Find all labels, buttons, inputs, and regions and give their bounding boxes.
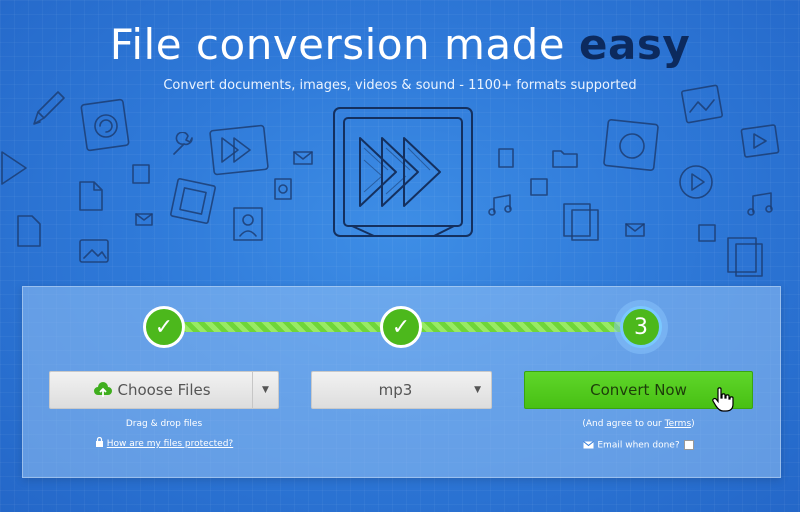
file-icon (528, 176, 550, 198)
mail-icon (583, 440, 595, 452)
file-icon (170, 176, 218, 228)
terms-link[interactable]: Terms (665, 419, 692, 429)
choose-files-label: Choose Files (117, 381, 211, 399)
step-3-indicator: 3 (620, 306, 662, 348)
files-protected-link[interactable]: How are my files protected? (107, 439, 233, 449)
play-forward-icon (0, 148, 30, 188)
file-icon (14, 212, 44, 250)
caret-down-icon: ▼ (474, 385, 481, 395)
file-icon (696, 222, 718, 244)
file-icon (80, 98, 132, 154)
email-when-done-label: Email when done? (597, 440, 680, 451)
play-forward-icon (330, 104, 476, 240)
hero-title-emphasis: easy (579, 20, 691, 69)
drag-drop-caption: Drag & drop files (125, 419, 203, 429)
cloud-upload-icon (93, 382, 113, 398)
music-note-icon (486, 192, 516, 218)
step-1-indicator: ✓ (143, 306, 185, 348)
choose-files-dropdown[interactable]: ▼ (252, 372, 278, 408)
step-number: 3 (634, 314, 648, 340)
format-select[interactable]: mp3 ▼ (311, 371, 492, 409)
format-selected-value: mp3 (378, 381, 413, 399)
clipboard-icon (724, 232, 768, 280)
email-row: Email when done? (524, 440, 753, 452)
wrench-icon (170, 132, 196, 158)
convert-now-label: Convert Now (590, 381, 687, 399)
file-icon (230, 204, 266, 244)
caret-down-icon: ▼ (262, 385, 269, 395)
play-forward-icon (676, 162, 716, 202)
file-icon (130, 162, 152, 186)
step-2-indicator: ✓ (380, 306, 422, 348)
check-icon: ✓ (391, 314, 411, 340)
terms-caption: (And agree to our Terms) (524, 419, 753, 429)
email-when-done-checkbox[interactable] (683, 440, 694, 450)
envelope-icon (134, 212, 154, 228)
file-icon (272, 176, 294, 202)
pencil-icon (28, 88, 66, 130)
file-icon (680, 84, 726, 126)
terms-prefix: (And agree to our (582, 419, 665, 429)
file-icon (76, 236, 112, 266)
play-forward-icon (208, 124, 270, 176)
folder-icon (550, 146, 580, 170)
file-icon (76, 178, 106, 214)
music-note-icon (744, 190, 776, 218)
envelope-icon (292, 150, 314, 166)
file-icon (496, 146, 516, 170)
hero-title: File conversion made easy (0, 20, 800, 69)
clipboard-icon (560, 198, 604, 244)
terms-suffix: ) (691, 419, 695, 429)
envelope-icon (624, 222, 646, 238)
check-icon: ✓ (154, 314, 174, 340)
cursor-hand-icon (712, 387, 734, 417)
choose-files-button[interactable]: Choose Files ▼ (49, 371, 279, 409)
play-forward-icon (740, 124, 782, 160)
protection-row: How are my files protected? (49, 436, 279, 450)
lock-icon (95, 436, 104, 450)
hero-title-main: File conversion made (109, 20, 579, 69)
file-icon (602, 118, 662, 174)
